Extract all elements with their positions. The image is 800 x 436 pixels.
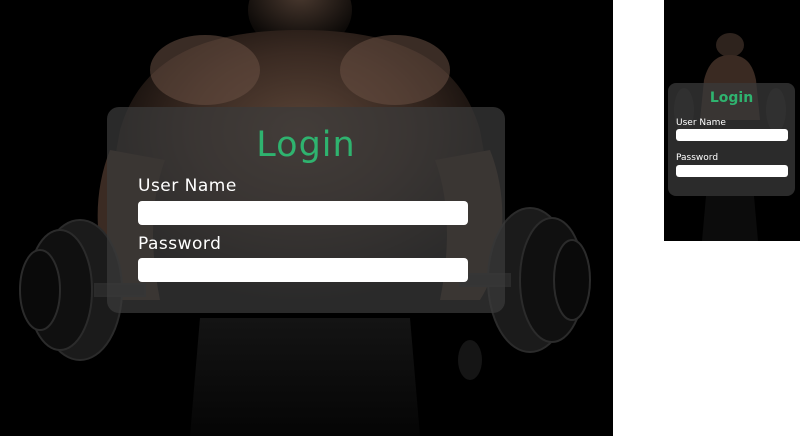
password-input[interactable] <box>138 258 468 282</box>
desktop-preview: Login User Name Password <box>0 0 613 436</box>
username-input[interactable] <box>138 201 468 225</box>
username-label: User Name <box>138 176 237 196</box>
login-card: Login User Name Password <box>107 107 505 313</box>
mobile-password-input[interactable] <box>676 165 788 177</box>
password-label: Password <box>138 234 222 254</box>
mobile-login-card: Login User Name Password <box>668 83 795 196</box>
mobile-preview: Login User Name Password <box>664 0 800 241</box>
login-title: Login <box>256 125 356 165</box>
mobile-password-label: Password <box>676 153 719 163</box>
mobile-login-title: Login <box>709 90 754 106</box>
mobile-username-input[interactable] <box>676 129 788 141</box>
mobile-username-label: User Name <box>676 118 726 128</box>
